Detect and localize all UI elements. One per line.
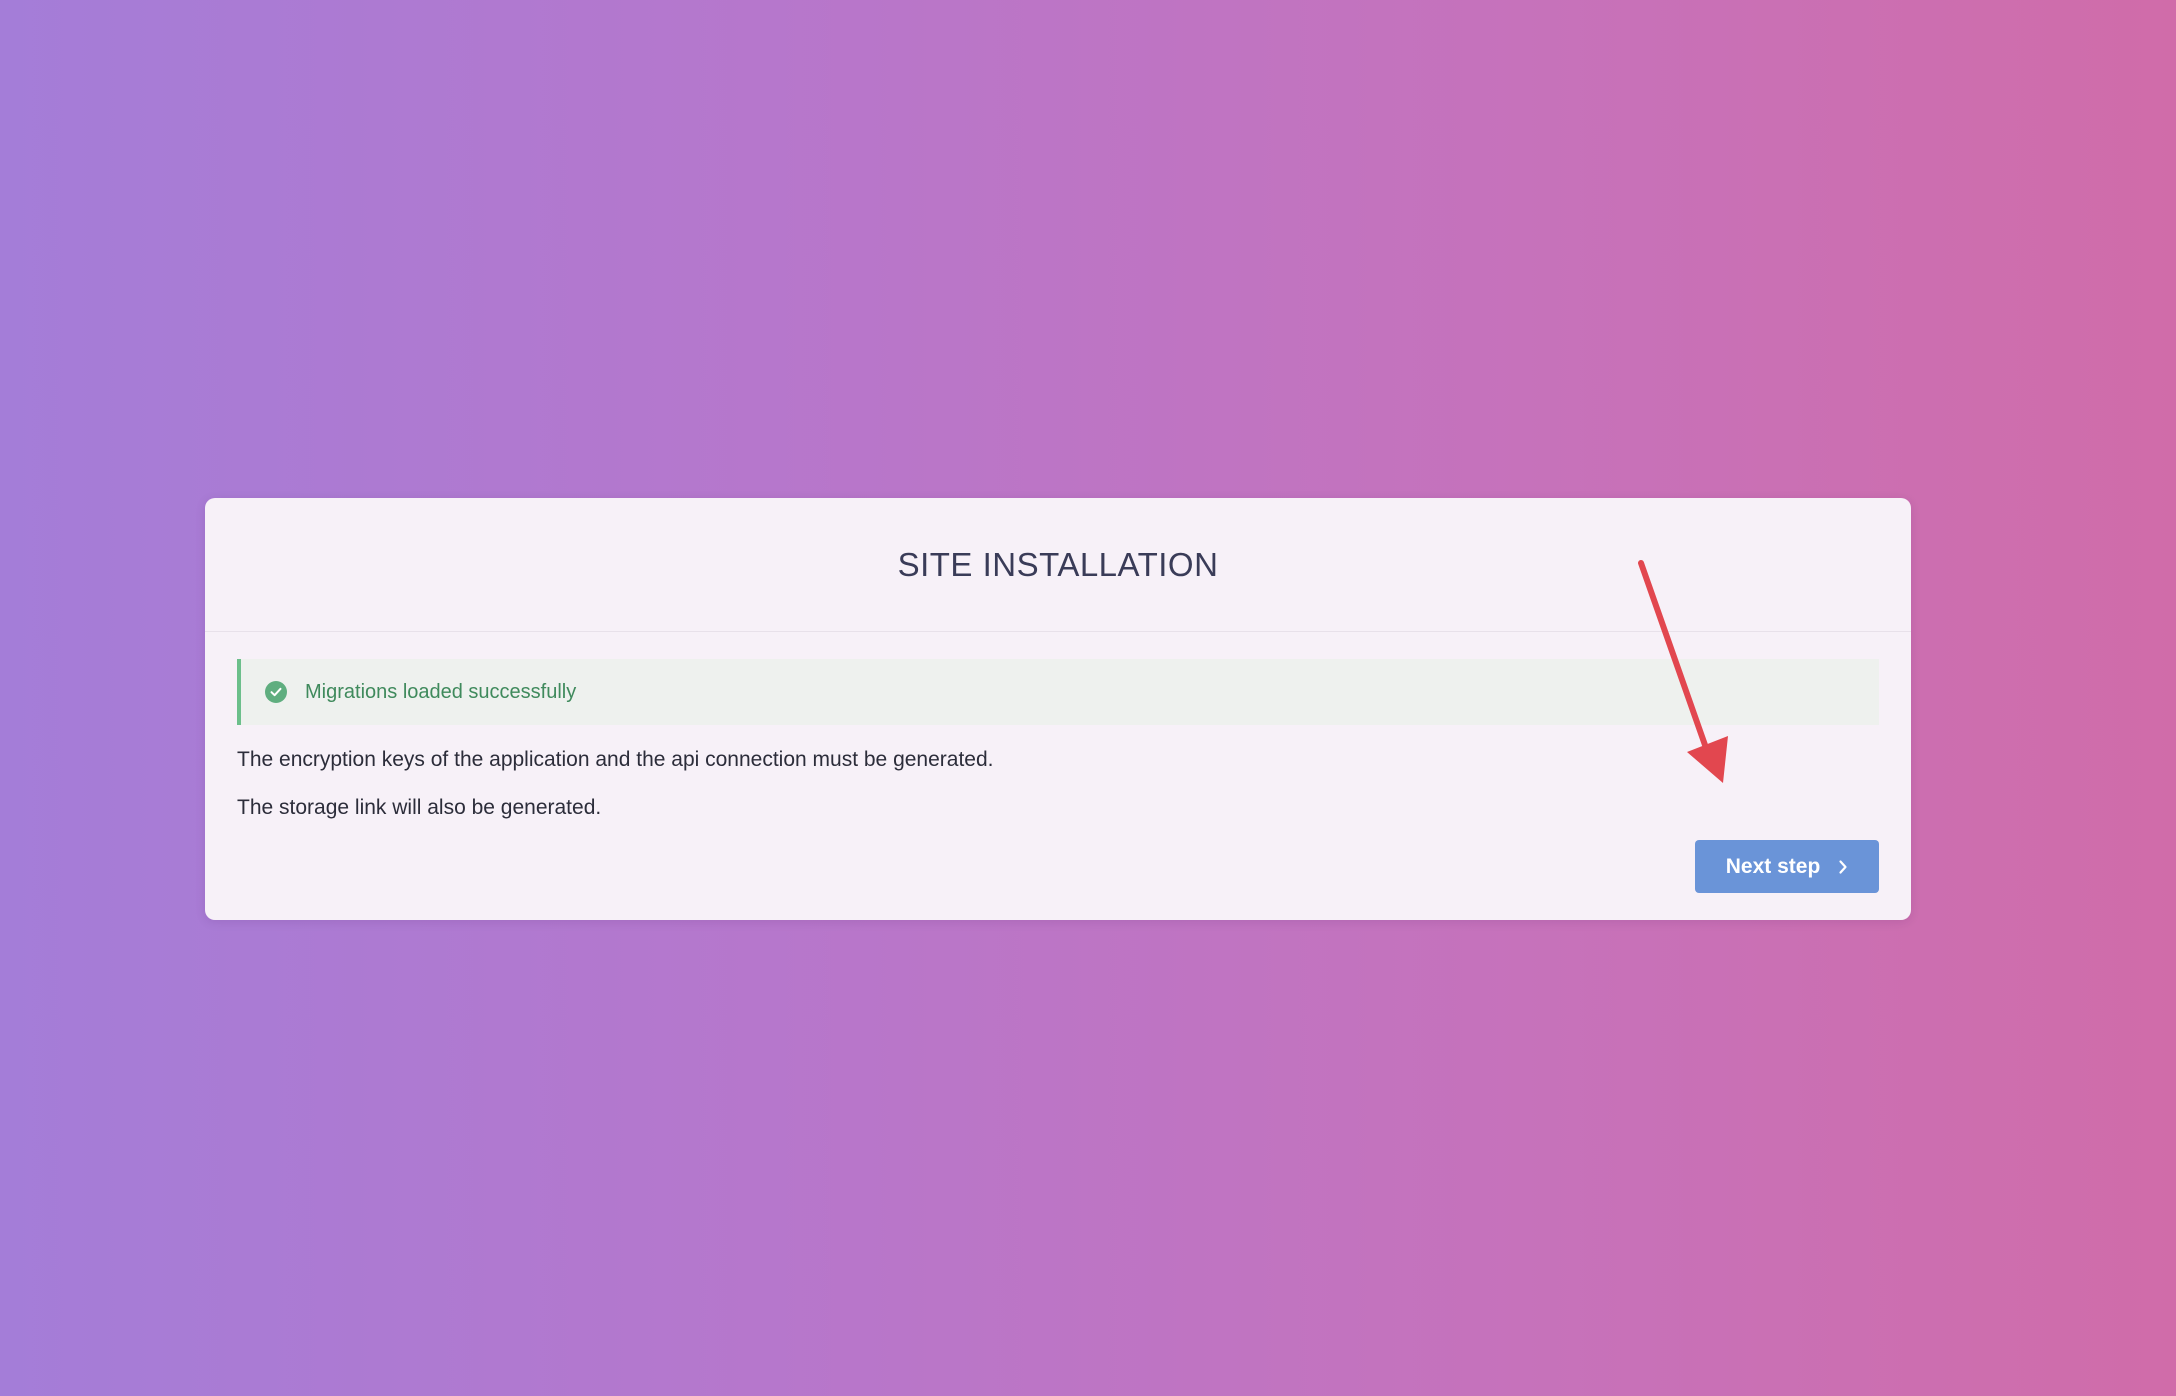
alert-message: Migrations loaded successfully: [305, 680, 577, 703]
next-step-button[interactable]: Next step: [1695, 840, 1879, 893]
page-title: SITE INSTALLATION: [897, 545, 1219, 583]
next-step-label: Next step: [1725, 854, 1821, 878]
card-header: SITE INSTALLATION: [205, 498, 1911, 632]
encryption-keys-text: The encryption keys of the application a…: [237, 748, 994, 771]
check-circle-icon: [265, 681, 287, 703]
chevron-right-icon: [1838, 859, 1848, 875]
success-alert: Migrations loaded successfully: [237, 659, 1879, 725]
installation-card: SITE INSTALLATION Migrations loaded succ…: [205, 498, 1911, 920]
storage-link-text: The storage link will also be generated.: [237, 796, 602, 819]
